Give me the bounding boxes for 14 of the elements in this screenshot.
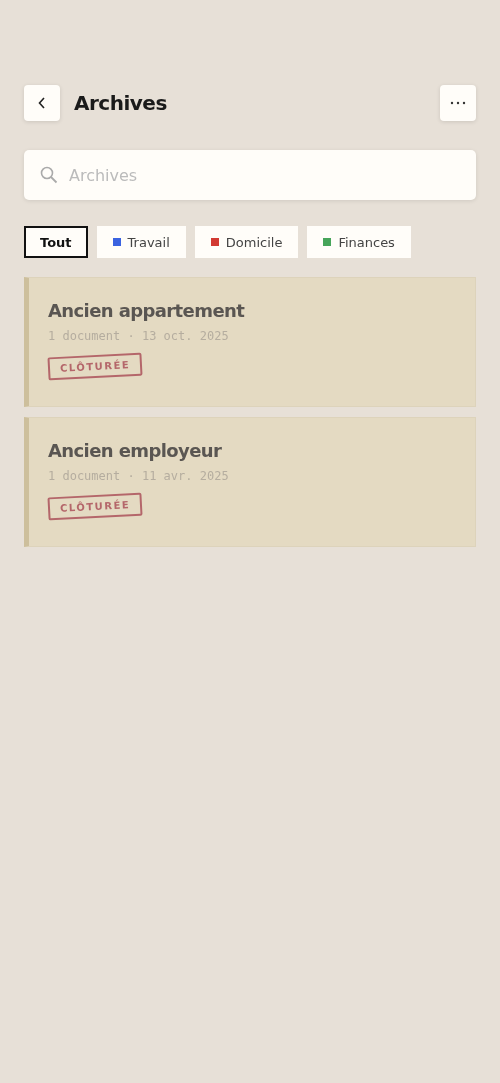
- filter-chip[interactable]: Travail: [96, 226, 186, 258]
- closed-stamp: CLÔTURÉE: [47, 352, 143, 381]
- card-title: Ancien appartement: [48, 300, 246, 321]
- back-icon: [38, 97, 46, 109]
- closed-stamp: CLÔTURÉE: [47, 492, 143, 521]
- back-button[interactable]: [24, 85, 60, 121]
- more-button[interactable]: [440, 85, 476, 121]
- filter-chip[interactable]: Domicile: [194, 226, 299, 258]
- card-title: Ancien employeur: [48, 440, 223, 461]
- search-field[interactable]: Archives: [24, 150, 476, 200]
- more-icon: [450, 101, 466, 105]
- page-title: Archives: [74, 91, 167, 115]
- filter-chip[interactable]: Tout: [24, 226, 88, 258]
- filter-chip[interactable]: Finances: [307, 226, 411, 258]
